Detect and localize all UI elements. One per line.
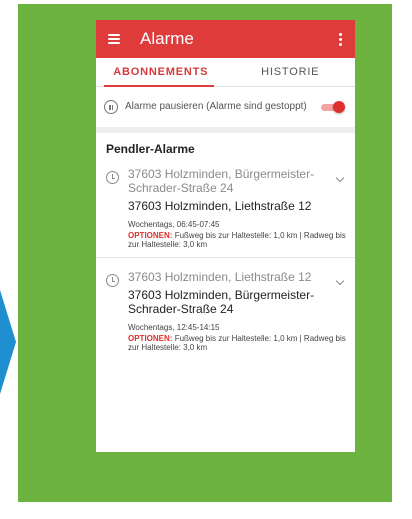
options-label: OPTIONEN: <box>128 231 173 240</box>
toggle-thumb <box>333 101 345 113</box>
alarm-to: 37603 Holzminden, Liethstraße 12 <box>128 199 312 213</box>
menu-icon[interactable] <box>108 34 120 44</box>
alarm-from: 37603 Holzminden, Bürgermeister-Schrader… <box>128 167 315 195</box>
alarm-body: 37603 Holzminden, Bürgermeister-Schrader… <box>128 167 347 249</box>
alarm-item[interactable]: 37603 Holzminden, Liethstraße 12 37603 H… <box>96 257 355 360</box>
alarm-time: Wochentags, 06:45-07:45 <box>128 220 220 229</box>
section-title: Pendler-Alarme <box>106 142 195 156</box>
phone-screen: Alarme ABONNEMENTS HISTORIE Alarme pausi… <box>96 20 355 452</box>
alarm-time: Wochentags, 12:45-14:15 <box>128 323 220 332</box>
tab-bar: ABONNEMENTS HISTORIE <box>96 58 355 87</box>
alarm-to: 37603 Holzminden, Bürgermeister-Schrader… <box>128 288 315 316</box>
app-bar: Alarme <box>96 20 355 58</box>
more-vert-icon[interactable] <box>339 33 342 46</box>
pause-icon <box>104 100 118 114</box>
tab-historie[interactable]: HISTORIE <box>226 58 356 86</box>
alarm-body: 37603 Holzminden, Liethstraße 12 37603 H… <box>128 270 347 352</box>
clock-icon <box>106 171 119 184</box>
active-tab-indicator <box>104 85 214 87</box>
pause-alarms-label: Alarme pausieren (Alarme sind gestoppt) <box>125 101 307 112</box>
alarm-from: 37603 Holzminden, Liethstraße 12 <box>128 270 312 284</box>
pause-alarms-row[interactable]: Alarme pausieren (Alarme sind gestoppt) <box>96 87 355 133</box>
pause-alarms-toggle[interactable] <box>321 101 345 113</box>
alarm-options: OPTIONEN: Fußweg bis zur Haltestelle: 1,… <box>128 334 347 352</box>
blue-arrow-decoration <box>0 290 16 394</box>
options-label: OPTIONEN: <box>128 334 173 343</box>
clock-icon <box>106 274 119 287</box>
app-title: Alarme <box>140 29 194 48</box>
alarm-item[interactable]: 37603 Holzminden, Bürgermeister-Schrader… <box>96 163 355 257</box>
tab-abonnements[interactable]: ABONNEMENTS <box>96 58 226 86</box>
alarm-options: OPTIONEN: Fußweg bis zur Haltestelle: 1,… <box>128 231 347 249</box>
